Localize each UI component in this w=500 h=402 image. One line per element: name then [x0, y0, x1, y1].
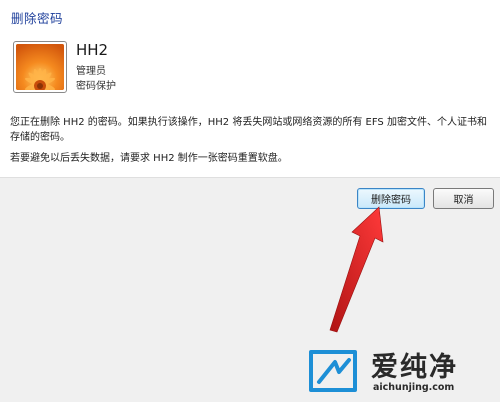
delete-password-button[interactable]: 删除密码 [357, 188, 425, 209]
advice-message: 若要避免以后丢失数据，请要求 HH2 制作一张密码重置软盘。 [10, 153, 288, 164]
warning-message: 您正在删除 HH2 的密码。如果执行该操作，HH2 将丢失网站或网络资源的所有 … [10, 117, 487, 143]
cancel-button[interactable]: 取消 [433, 188, 494, 209]
flower-avatar-icon [16, 44, 64, 90]
watermark: 爱纯净 aichunjing.com [301, 342, 497, 399]
watermark-logo-icon [309, 350, 357, 392]
watermark-brand: 爱纯净 [371, 352, 458, 383]
watermark-url: aichunjing.com [373, 382, 455, 393]
user-password-status: 密码保护 [76, 81, 116, 92]
user-avatar [13, 41, 67, 93]
user-role: 管理员 [76, 66, 106, 77]
user-name: HH2 [76, 41, 109, 59]
dialog-title: 删除密码 [11, 11, 64, 26]
